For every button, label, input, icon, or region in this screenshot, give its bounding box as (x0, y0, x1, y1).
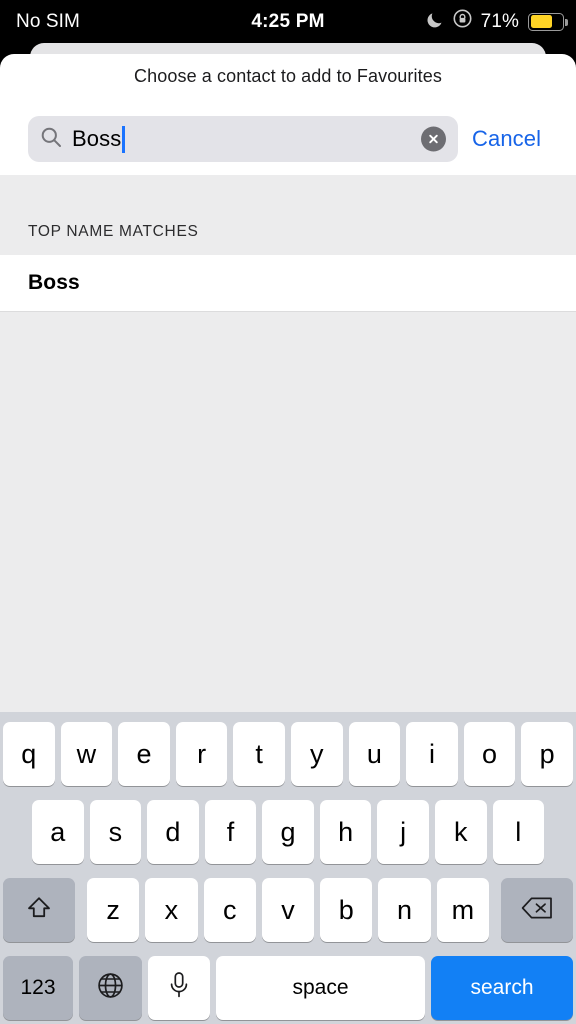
key-s[interactable]: s (89, 800, 142, 864)
moon-icon (427, 10, 444, 34)
key-l[interactable]: l (492, 800, 545, 864)
shift-key[interactable] (3, 878, 75, 942)
key-v[interactable]: v (261, 878, 315, 942)
key-j[interactable]: j (377, 800, 429, 864)
key-g[interactable]: g (262, 800, 314, 864)
keyboard-row-4: 123 space search (0, 952, 576, 1024)
microphone-icon (167, 970, 191, 1007)
search-return-key[interactable]: search (431, 956, 573, 1020)
battery-icon (528, 12, 568, 31)
dictation-key[interactable] (148, 956, 210, 1020)
section-header: TOP NAME MATCHES (0, 175, 576, 255)
key-x[interactable]: x (145, 878, 198, 942)
section-header-label: TOP NAME MATCHES (28, 223, 199, 240)
sheet-title: Choose a contact to add to Favourites (134, 66, 442, 86)
key-y[interactable]: y (290, 722, 343, 786)
key-z[interactable]: z (87, 878, 140, 942)
globe-icon (96, 971, 125, 1005)
search-results-list: TOP NAME MATCHES Boss (0, 175, 576, 712)
status-indicators: 71% (427, 9, 568, 34)
key-b[interactable]: b (320, 878, 373, 942)
shift-icon (24, 893, 54, 928)
key-u[interactable]: u (348, 722, 401, 786)
key-a[interactable]: a (32, 800, 84, 864)
rotation-lock-icon (453, 9, 472, 34)
status-bar: No SIM 4:25 PM 71% (0, 0, 576, 43)
key-k[interactable]: k (434, 800, 487, 864)
globe-key[interactable] (79, 956, 142, 1020)
keyboard-row-2: a s d f g h j k l (0, 796, 576, 868)
search-input[interactable]: Boss (28, 116, 458, 162)
table-row[interactable]: Boss (0, 255, 576, 312)
key-i[interactable]: i (406, 722, 458, 786)
key-p[interactable]: p (521, 722, 573, 786)
key-o[interactable]: o (463, 722, 516, 786)
key-e[interactable]: e (118, 722, 170, 786)
key-f[interactable]: f (204, 800, 257, 864)
cancel-button[interactable]: Cancel (472, 126, 541, 152)
key-r[interactable]: r (175, 722, 228, 786)
battery-percent-label: 71% (480, 10, 519, 32)
space-key[interactable]: space (216, 956, 425, 1020)
key-q[interactable]: q (3, 722, 55, 786)
contact-name-label: Boss (28, 271, 80, 294)
key-w[interactable]: w (60, 722, 113, 786)
keyboard-row-1: q w e r t y u i o p (0, 718, 576, 790)
text-cursor (122, 125, 125, 153)
key-c[interactable]: c (203, 878, 256, 942)
backspace-key[interactable] (501, 878, 573, 942)
key-t[interactable]: t (233, 722, 285, 786)
keyboard-row-3: z x c v b n m (0, 874, 576, 946)
phone-screen: No SIM 4:25 PM 71% Choose a contact to a… (0, 0, 576, 1024)
key-m[interactable]: m (436, 878, 489, 942)
search-icon (40, 126, 62, 153)
backspace-icon (520, 895, 554, 926)
onscreen-keyboard: q w e r t y u i o p a s d f g h j k l z … (0, 712, 576, 1024)
key-d[interactable]: d (147, 800, 199, 864)
clear-search-button[interactable] (421, 126, 446, 152)
key-n[interactable]: n (378, 878, 431, 942)
search-input-value: Boss (72, 126, 122, 151)
search-bar: Boss Cancel (0, 116, 576, 162)
numbers-key[interactable]: 123 (3, 956, 73, 1020)
key-h[interactable]: h (319, 800, 372, 864)
